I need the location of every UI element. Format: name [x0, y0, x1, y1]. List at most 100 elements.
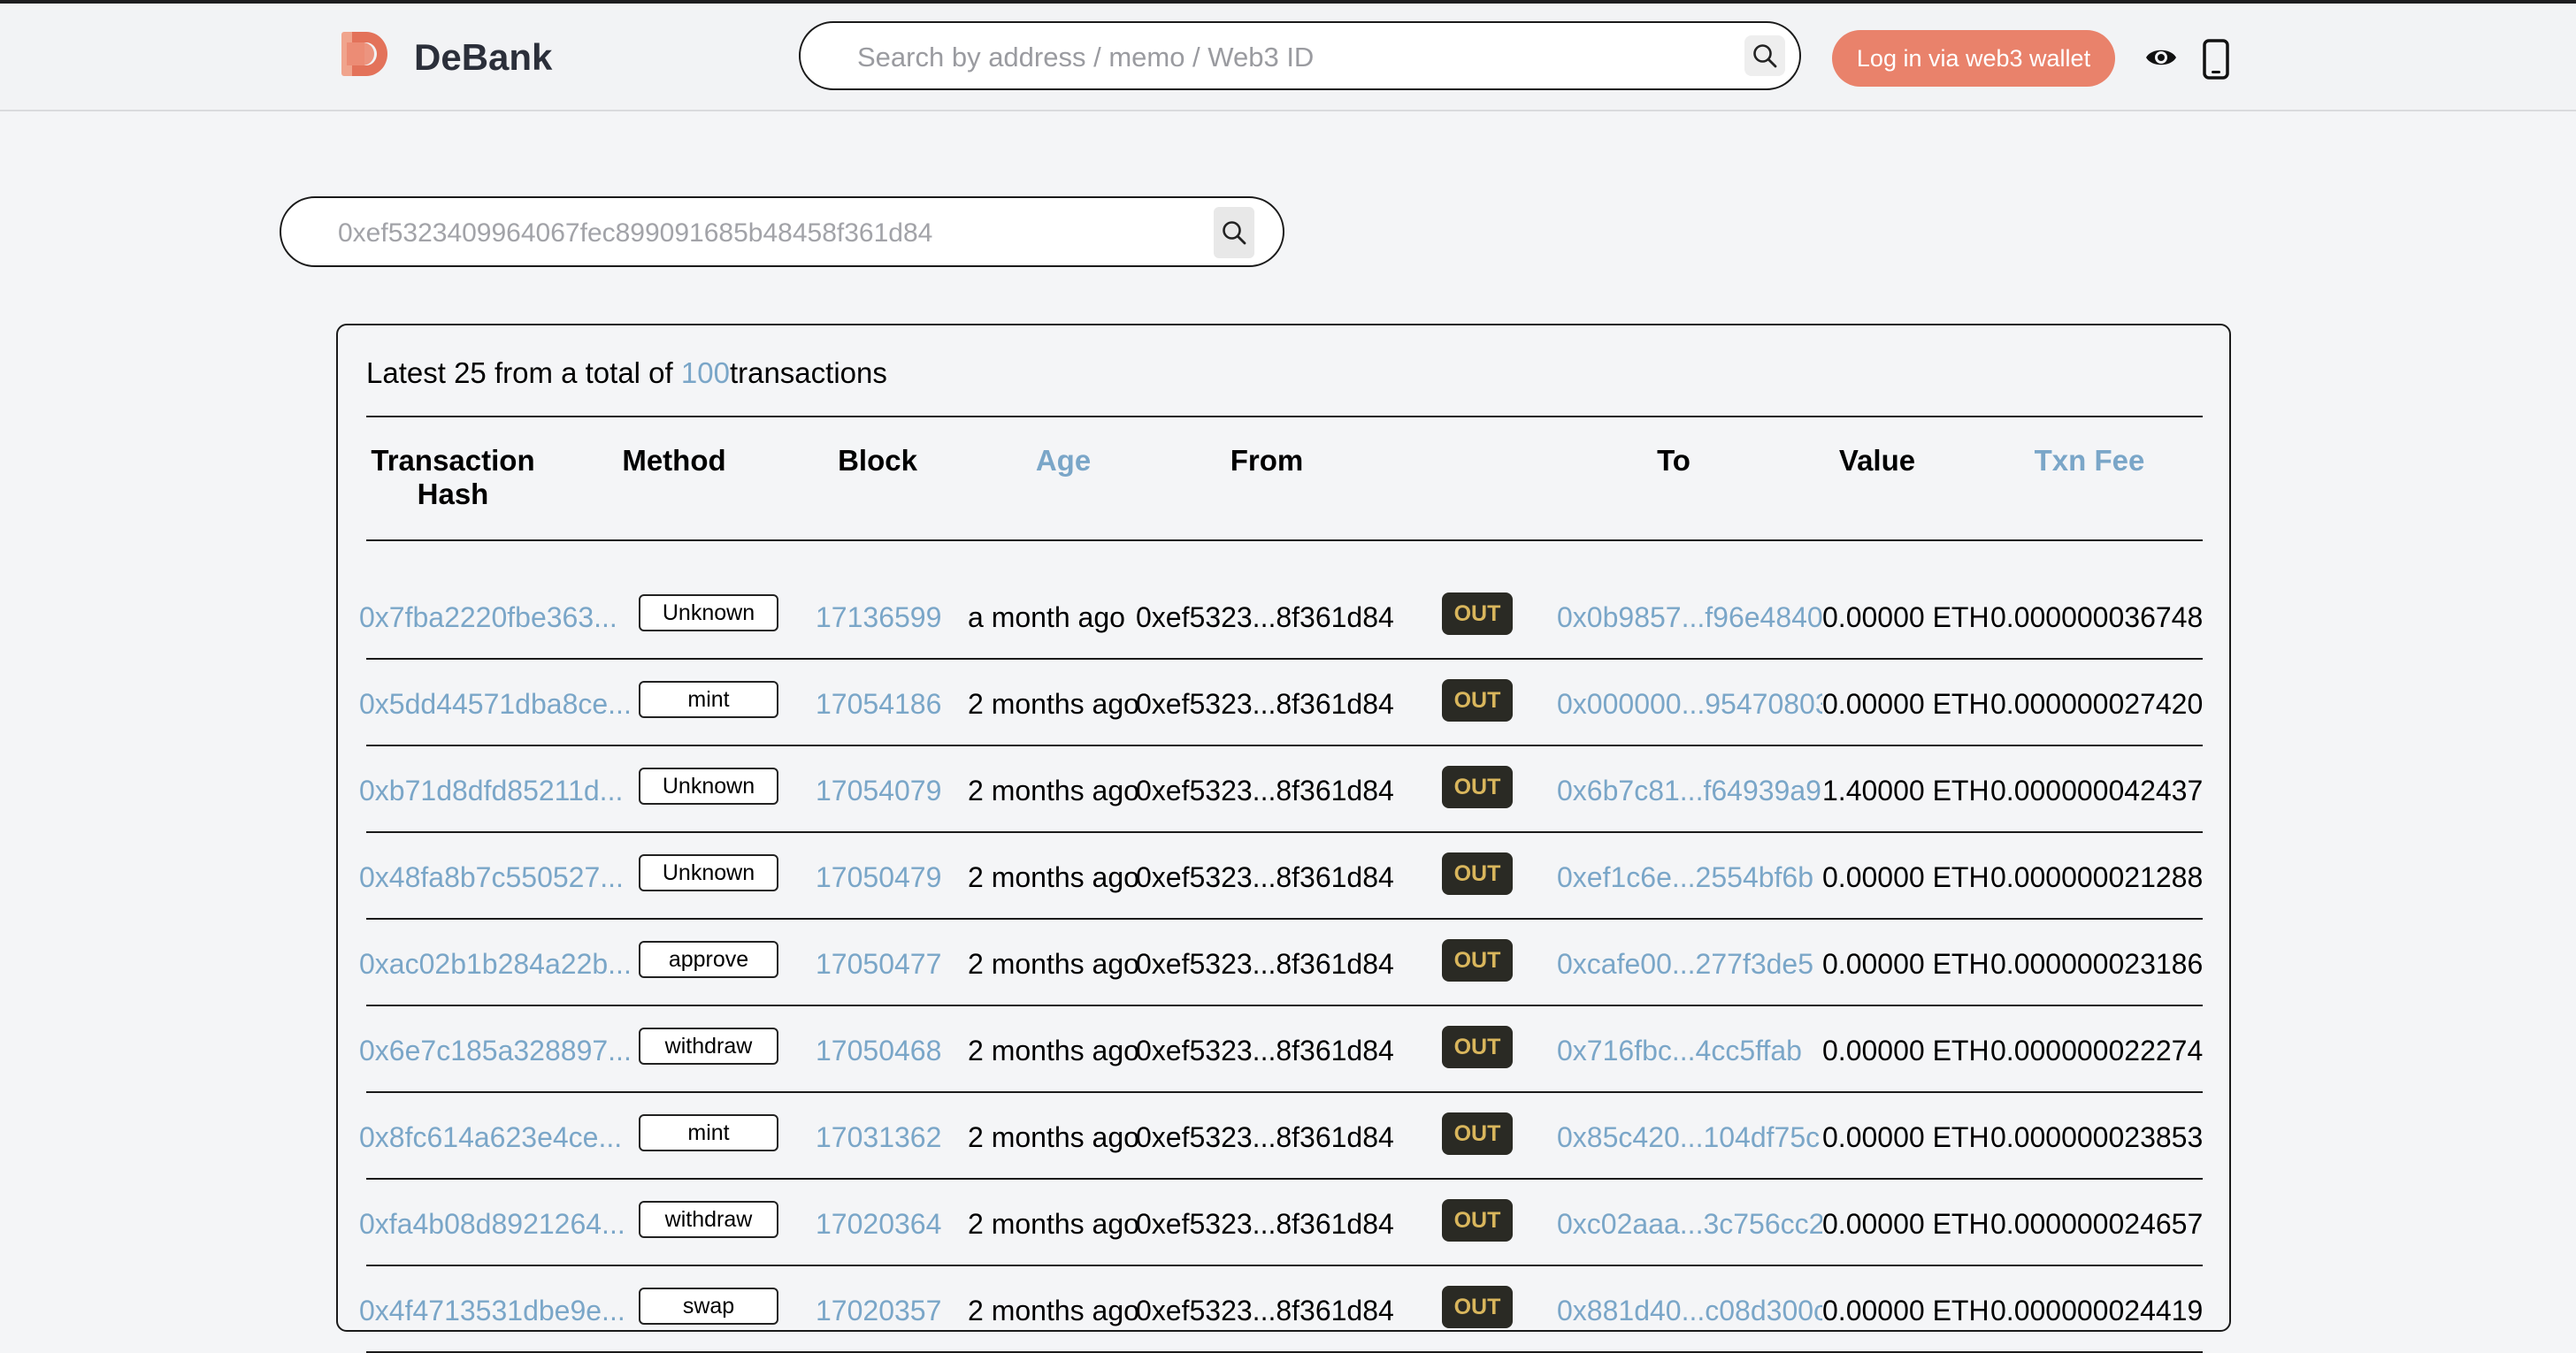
transaction-hash-link[interactable]: 0xfa4b08d8921264... — [359, 1206, 625, 1242]
method-badge: Unknown — [639, 854, 778, 891]
to-address-link[interactable]: 0xef1c6e...2554bf6b — [1557, 860, 1822, 895]
block-link[interactable]: 17050479 — [816, 860, 941, 895]
value-text: 0.00000 ETH — [1822, 1121, 1990, 1153]
transaction-hash-link[interactable]: 0x6e7c185a328897... — [359, 1033, 632, 1068]
table-row: 0xb71d8dfd85211d... Unknown 17054079 2 mont… — [338, 746, 2233, 833]
txn-fee-text: 0.000000024657 — [1990, 1208, 2204, 1240]
transaction-hash-link[interactable]: 0xac02b1b284a22b... — [359, 946, 632, 982]
search-icon — [1753, 44, 1777, 68]
phone-icon[interactable] — [2203, 39, 2229, 80]
from-address: 0xef5323...8f361d84 — [1136, 775, 1394, 806]
txn-fee-text: 0.000000036748 — [1990, 601, 2204, 633]
from-address: 0xef5323...8f361d84 — [1136, 688, 1394, 720]
from-address: 0xef5323...8f361d84 — [1136, 1295, 1394, 1326]
table-row: 0x7fba2220fbe363... Unknown 17136599 a mont… — [338, 573, 2233, 660]
transaction-hash-link[interactable]: 0x4f4713531dbe9e... — [359, 1293, 625, 1328]
direction-badge: OUT — [1442, 1112, 1513, 1155]
direction-badge: OUT — [1442, 1199, 1513, 1242]
txn-fee-text: 0.000000023186 — [1990, 948, 2204, 980]
login-wallet-button[interactable]: Log in via web3 wallet — [1832, 30, 2115, 87]
txn-fee-text: 0.000000042437 — [1990, 775, 2204, 806]
direction-badge: OUT — [1442, 939, 1513, 982]
direction-badge: OUT — [1442, 766, 1513, 808]
column-header-fee[interactable]: Txn Fee — [2001, 444, 2178, 478]
to-address-link[interactable]: 0x6b7c81...f64939a9 — [1557, 773, 1822, 808]
to-address-link[interactable]: 0x000000...95470803 — [1557, 686, 1822, 722]
table-row: 0x6e7c185a328897... withdraw 17050468 2 mon… — [338, 1006, 2233, 1093]
method-badge: withdraw — [639, 1201, 778, 1238]
total-count-link[interactable]: 100 — [681, 356, 730, 389]
to-address-link[interactable]: 0xcafe00...277f3de5 — [1557, 946, 1822, 982]
txn-fee-text: 0.000000024419 — [1990, 1295, 2204, 1326]
transaction-hash-link[interactable]: 0x5dd44571dba8ce... — [359, 686, 632, 722]
transaction-hash-link[interactable]: 0x48fa8b7c550527... — [359, 860, 624, 895]
column-header-block: Block — [838, 444, 917, 477]
age-text: 2 months ago — [968, 1035, 1139, 1066]
to-address-link[interactable]: 0x716fbc...4cc5ffab — [1557, 1033, 1822, 1068]
from-address: 0xef5323...8f361d84 — [1136, 1121, 1394, 1153]
method-badge: mint — [639, 1114, 778, 1151]
address-search-button[interactable] — [1214, 207, 1254, 258]
age-text: 2 months ago — [968, 688, 1139, 720]
method-badge: mint — [639, 681, 778, 718]
method-badge: Unknown — [639, 594, 778, 631]
age-text: 2 months ago — [968, 861, 1139, 893]
from-address: 0xef5323...8f361d84 — [1136, 1035, 1394, 1066]
age-text: 2 months ago — [968, 948, 1139, 980]
transactions-card: Latest 25 from a total of 100transaction… — [336, 324, 2233, 1353]
to-address-link[interactable]: 0x85c420...104df75c — [1557, 1120, 1822, 1155]
value-text: 0.00000 ETH — [1822, 1035, 1990, 1066]
from-address: 0xef5323...8f361d84 — [1136, 948, 1394, 980]
block-link[interactable]: 17054079 — [816, 773, 941, 808]
search-button[interactable] — [1744, 35, 1785, 76]
header-divider-bottom — [366, 539, 2203, 541]
age-text: 2 months ago — [968, 1208, 1139, 1240]
eye-icon[interactable] — [2144, 42, 2178, 73]
to-address-link[interactable]: 0x881d40...c08d300c — [1557, 1293, 1822, 1328]
block-link[interactable]: 17031362 — [816, 1120, 941, 1155]
direction-badge: OUT — [1442, 679, 1513, 722]
method-badge: withdraw — [639, 1028, 778, 1065]
global-search-input[interactable]: Search by address / memo / Web3 ID — [799, 21, 1801, 90]
direction-badge: OUT — [1442, 852, 1513, 895]
block-link[interactable]: 17054186 — [816, 686, 941, 722]
address-search-value: 0xef5323409964067fec899091685b48458f361d… — [338, 218, 933, 248]
column-header-to: To — [1657, 444, 1690, 477]
value-text: 0.00000 ETH — [1822, 948, 1990, 980]
table-row: 0xfa4b08d8921264... withdraw 17020364 2 mon… — [338, 1180, 2233, 1266]
method-badge: Unknown — [639, 768, 778, 805]
block-link[interactable]: 17020364 — [816, 1206, 941, 1242]
address-search-input[interactable]: 0xef5323409964067fec899091685b48458f361d… — [280, 196, 1284, 267]
transaction-hash-link[interactable]: 0xb71d8dfd85211d... — [359, 773, 623, 808]
method-badge: approve — [639, 941, 778, 978]
brand-name[interactable]: DeBank — [414, 34, 552, 81]
age-text: 2 months ago — [968, 1121, 1139, 1153]
column-header-value: Value — [1838, 444, 1916, 477]
to-address-link[interactable]: 0xc02aaa...3c756cc2 — [1557, 1206, 1822, 1242]
column-header-age[interactable]: Age — [993, 444, 1134, 478]
column-header-hash: Transaction Hash — [371, 444, 535, 510]
table-row: 0x5dd44571dba8ce... mint 17054186 2 months … — [338, 660, 2233, 746]
transactions-summary: Latest 25 from a total of 100transaction… — [366, 355, 887, 391]
transaction-hash-link[interactable]: 0x8fc614a623e4ce... — [359, 1120, 622, 1155]
block-link[interactable]: 17020357 — [816, 1293, 941, 1328]
search-placeholder: Search by address / memo / Web3 ID — [857, 42, 1315, 73]
txn-fee-text: 0.000000022274 — [1990, 1035, 2204, 1066]
from-address: 0xef5323...8f361d84 — [1136, 1208, 1394, 1240]
method-badge: swap — [639, 1288, 778, 1325]
to-address-link[interactable]: 0x0b9857...f96e4840 — [1557, 600, 1822, 635]
debank-logo-icon[interactable] — [340, 28, 391, 80]
transaction-hash-link[interactable]: 0x7fba2220fbe363... — [359, 600, 617, 635]
direction-badge: OUT — [1442, 1026, 1513, 1068]
block-link[interactable]: 17050468 — [816, 1033, 941, 1068]
search-icon — [1223, 221, 1246, 245]
block-link[interactable]: 17136599 — [816, 600, 941, 635]
block-link[interactable]: 17050477 — [816, 946, 941, 982]
from-address: 0xef5323...8f361d84 — [1136, 861, 1394, 893]
direction-badge: OUT — [1442, 592, 1513, 635]
txn-fee-text: 0.000000027420 — [1990, 688, 2204, 720]
txn-fee-text: 0.000000021288 — [1990, 861, 2204, 893]
value-text: 0.00000 ETH — [1822, 601, 1990, 633]
table-row: 0x48fa8b7c550527... Unknown 17050479 2 mont… — [338, 833, 2233, 920]
from-address: 0xef5323...8f361d84 — [1136, 601, 1394, 633]
